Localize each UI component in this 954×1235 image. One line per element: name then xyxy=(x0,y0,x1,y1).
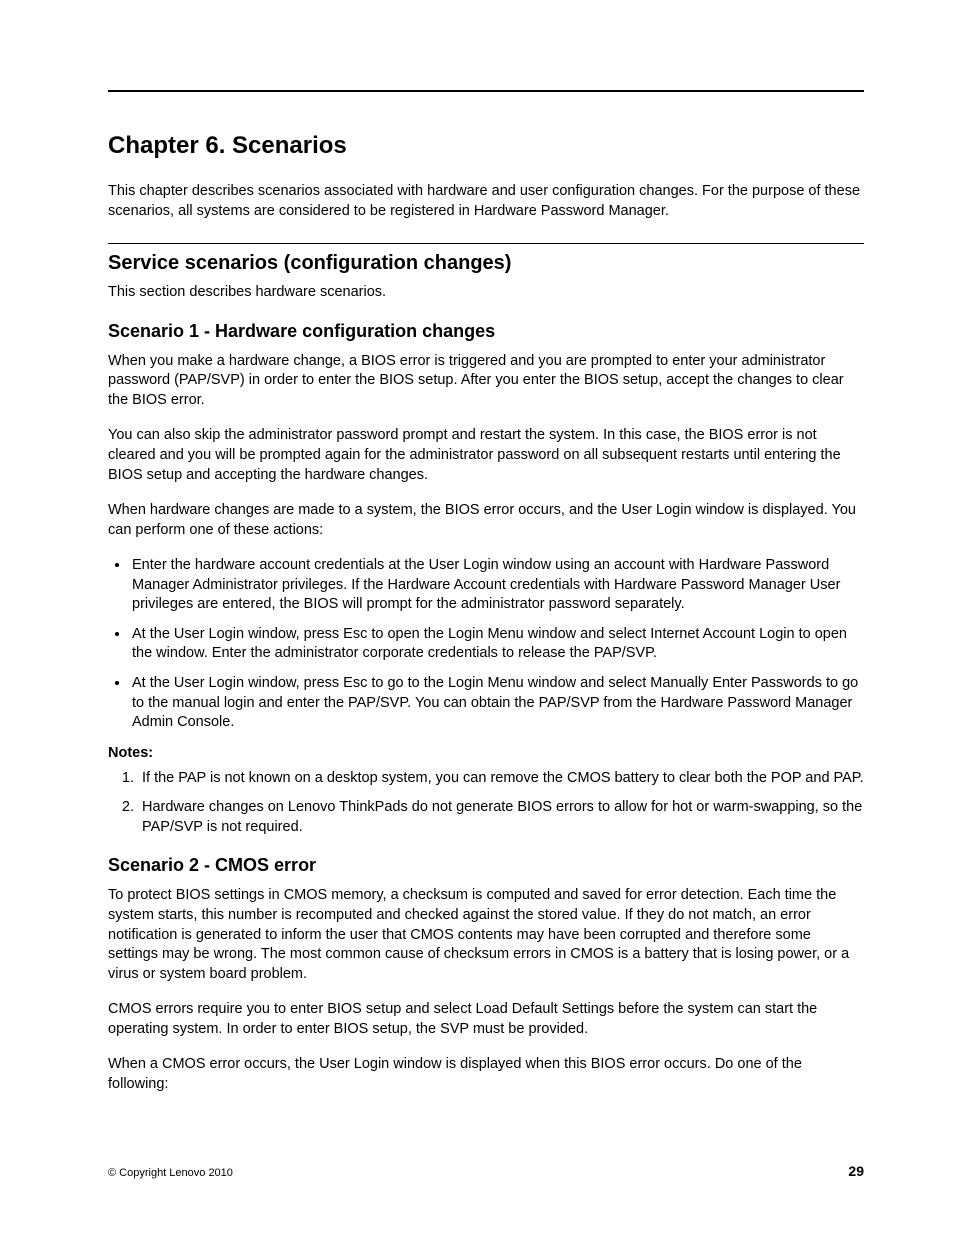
scenario-1-title: Scenario 1 - Hardware configuration chan… xyxy=(108,321,864,342)
scenario-2-title: Scenario 2 - CMOS error xyxy=(108,855,864,876)
list-item: At the User Login window, press Esc to g… xyxy=(130,674,864,733)
scenario-2-p1: To protect BIOS settings in CMOS memory,… xyxy=(108,886,864,984)
scenario-1-bullet-list: Enter the hardware account credentials a… xyxy=(108,556,864,733)
top-rule xyxy=(108,90,864,92)
scenario-2-p2: CMOS errors require you to enter BIOS se… xyxy=(108,1000,864,1039)
list-item: At the User Login window, press Esc to o… xyxy=(130,625,864,664)
scenario-2-p3: When a CMOS error occurs, the User Login… xyxy=(108,1055,864,1094)
section-rule xyxy=(108,243,864,244)
scenario-1-p3: When hardware changes are made to a syst… xyxy=(108,501,864,540)
list-item: If the PAP is not known on a desktop sys… xyxy=(138,769,864,789)
scenario-1-notes-list: If the PAP is not known on a desktop sys… xyxy=(108,769,864,838)
document-page: Chapter 6. Scenarios This chapter descri… xyxy=(0,0,954,1235)
page-footer: © Copyright Lenovo 2010 29 xyxy=(108,1163,864,1179)
intro-paragraph: This chapter describes scenarios associa… xyxy=(108,182,864,221)
chapter-title: Chapter 6. Scenarios xyxy=(108,132,864,160)
list-item: Hardware changes on Lenovo ThinkPads do … xyxy=(138,798,864,837)
list-item: Enter the hardware account credentials a… xyxy=(130,556,864,615)
notes-label: Notes: xyxy=(108,745,864,761)
section-title-service-scenarios: Service scenarios (configuration changes… xyxy=(108,252,864,275)
scenario-1-p2: You can also skip the administrator pass… xyxy=(108,426,864,485)
section-intro: This section describes hardware scenario… xyxy=(108,283,864,303)
page-number: 29 xyxy=(848,1163,864,1179)
scenario-1-p1: When you make a hardware change, a BIOS … xyxy=(108,352,864,411)
copyright-text: © Copyright Lenovo 2010 xyxy=(108,1167,233,1179)
